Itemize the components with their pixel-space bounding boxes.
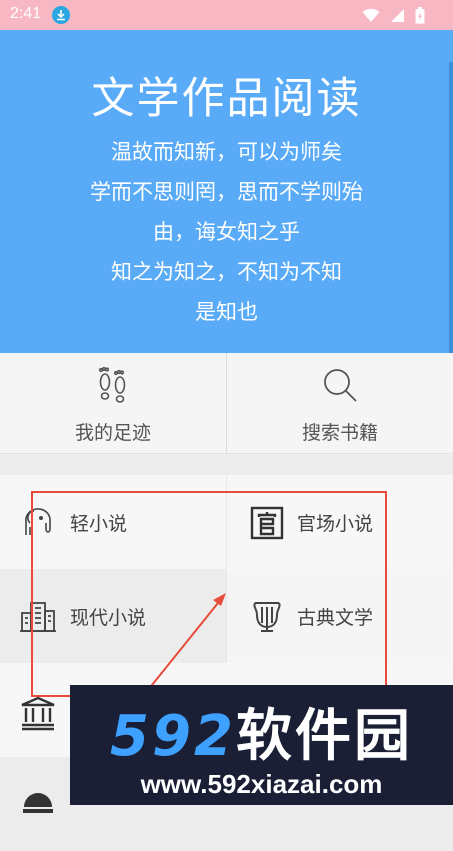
- watermark-brand: 软件园: [235, 704, 413, 769]
- watermark-number: 592: [110, 704, 236, 769]
- watermark-logo: 592软件园: [70, 691, 453, 772]
- watermark-banner: 592软件园 www.592xiazai.com: [70, 685, 453, 805]
- watermark-url: www.592xiazai.com: [140, 769, 383, 799]
